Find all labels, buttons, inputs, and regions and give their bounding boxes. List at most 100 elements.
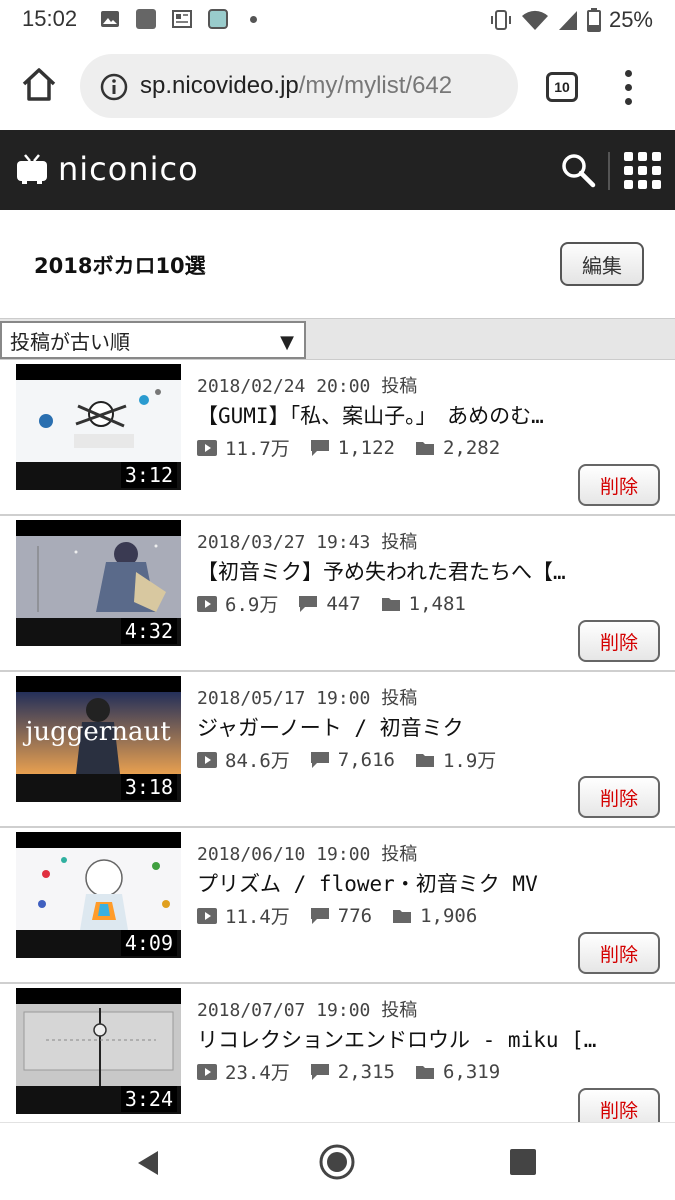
list-item[interactable]: 3:12 2018/02/24 20:00 投稿 【GUMI】「私、案山子。」 …	[0, 360, 675, 516]
video-duration: 4:32	[120, 618, 177, 644]
video-duration: 4:09	[120, 930, 177, 956]
play-icon	[197, 907, 217, 924]
news-icon	[172, 10, 192, 28]
video-title[interactable]: リコレクションエンドロウル - miku […	[197, 1024, 627, 1054]
view-count: 11.7万	[225, 438, 290, 460]
comment-count: 447	[326, 592, 361, 615]
folder-icon	[381, 597, 400, 611]
comment-icon	[310, 1063, 329, 1080]
list-item[interactable]: 4:32 2018/03/27 19:43 投稿 【初音ミク】予め失われた君たち…	[0, 516, 675, 672]
comment-count: 1,122	[337, 436, 395, 459]
folder-icon	[393, 909, 412, 923]
video-stats: 11.4万 776 1,906	[197, 902, 497, 929]
video-thumbnail[interactable]: 4:09	[16, 832, 181, 958]
delete-button[interactable]: 削除	[578, 932, 660, 974]
mylist-count: 1,481	[408, 592, 466, 615]
play-icon	[197, 751, 217, 768]
video-title[interactable]: ジャガーノート / 初音ミク	[197, 712, 627, 742]
folder-icon	[415, 753, 434, 767]
view-count: 6.9万	[225, 594, 279, 616]
video-title[interactable]: 【初音ミク】予め失われた君たちへ【…	[197, 556, 627, 586]
battery-icon	[586, 8, 601, 32]
mylist-count: 1,906	[420, 904, 478, 927]
post-date: 2018/02/24 20:00 投稿	[197, 376, 418, 397]
video-thumbnail[interactable]: 3:12	[16, 364, 181, 490]
url-path: /my/mylist/642	[298, 72, 453, 99]
thumbnail-image	[16, 376, 181, 462]
niconico-logo[interactable]: niconico	[16, 150, 199, 188]
post-date: 2018/03/27 19:43 投稿	[197, 532, 418, 553]
status-bar: 15:02 25%	[0, 0, 675, 42]
image-icon	[101, 11, 119, 27]
view-count: 84.6万	[225, 750, 290, 772]
comment-count: 7,616	[337, 748, 395, 771]
list-item[interactable]: 4:09 2018/06/10 19:00 投稿 プリズム / flower・初…	[0, 828, 675, 984]
video-thumbnail[interactable]: 4:32	[16, 520, 181, 646]
home-icon[interactable]	[20, 66, 58, 104]
avatar-icon	[208, 9, 228, 29]
wifi-icon	[521, 10, 548, 30]
post-date: 2018/05/17 19:00 投稿	[197, 688, 418, 709]
view-count: 23.4万	[225, 1062, 290, 1084]
video-thumbnail[interactable]: 3:24	[16, 988, 181, 1114]
apps-grid-icon[interactable]	[624, 152, 662, 190]
system-nav-bar	[0, 1122, 675, 1200]
thumbnail-text: juggernaut	[22, 717, 171, 747]
post-date: 2018/07/07 19:00 投稿	[197, 1000, 418, 1021]
square-app-icon	[136, 9, 156, 29]
mylist-count: 1.9万	[442, 750, 497, 772]
video-thumbnail[interactable]: juggernaut 3:18	[16, 676, 181, 802]
video-list: 3:12 2018/02/24 20:00 投稿 【GUMI】「私、案山子。」 …	[0, 360, 675, 1140]
thumbnail-image	[16, 844, 181, 930]
comment-count: 776	[337, 904, 373, 927]
video-title[interactable]: プリズム / flower・初音ミク MV	[197, 868, 627, 898]
video-duration: 3:18	[120, 774, 177, 800]
mylist-count: 2,282	[442, 436, 501, 459]
browser-toolbar: sp.nicovideo.jp/my/mylist/642 10	[0, 42, 675, 130]
tab-switcher-button[interactable]: 10	[546, 72, 578, 102]
address-bar[interactable]: sp.nicovideo.jp/my/mylist/642	[80, 54, 518, 118]
dot-icon	[250, 16, 257, 23]
comment-count: 2,315	[337, 1060, 395, 1083]
video-duration: 3:24	[120, 1086, 177, 1112]
play-icon	[197, 595, 217, 612]
overflow-menu-icon[interactable]	[616, 68, 640, 108]
video-title[interactable]: 【GUMI】「私、案山子。」 あめのむ…	[197, 400, 627, 430]
video-stats: 11.7万 1,122 2,282	[197, 434, 520, 461]
video-stats: 84.6万 7,616 1.9万	[197, 746, 516, 773]
site-header: niconico	[0, 130, 675, 210]
search-icon[interactable]	[560, 152, 596, 188]
battery-percent: 25%	[608, 7, 653, 32]
comment-icon	[310, 751, 329, 768]
view-count: 11.4万	[225, 906, 290, 928]
home-nav-icon[interactable]	[318, 1143, 356, 1181]
folder-icon	[415, 1065, 434, 1079]
video-stats: 23.4万 2,315 6,319	[197, 1058, 520, 1085]
video-duration: 3:12	[120, 462, 177, 488]
list-item[interactable]: 3:24 2018/07/07 19:00 投稿 リコレクションエンドロウル -…	[0, 984, 675, 1140]
play-icon	[197, 1063, 217, 1080]
info-icon[interactable]	[100, 73, 128, 101]
thumbnail-image	[16, 532, 181, 618]
logo-text: niconico	[58, 150, 199, 188]
url-text[interactable]: sp.nicovideo.jp/my/mylist/642	[140, 72, 510, 100]
recents-icon[interactable]	[510, 1149, 536, 1175]
sort-label: 投稿が古い順	[10, 329, 130, 354]
back-icon[interactable]	[134, 1149, 162, 1177]
status-time: 15:02	[22, 6, 78, 31]
edit-button[interactable]: 編集	[560, 242, 644, 286]
delete-button[interactable]: 削除	[578, 620, 660, 662]
delete-button[interactable]: 削除	[578, 464, 660, 506]
delete-button[interactable]: 削除	[578, 776, 660, 818]
tv-icon	[17, 154, 47, 184]
header-divider	[608, 152, 610, 190]
thumbnail-image	[16, 1000, 181, 1086]
signal-icon	[558, 11, 577, 30]
url-domain: sp.nicovideo.jp	[140, 72, 299, 99]
mylist-title: 2018ボカロ10選	[34, 254, 206, 278]
video-stats: 6.9万 447 1,481	[197, 590, 486, 617]
list-item[interactable]: juggernaut 3:18 2018/05/17 19:00 投稿 ジャガー…	[0, 672, 675, 828]
thumbnail-image: juggernaut	[16, 688, 181, 774]
sort-bar: 投稿が古い順 ▼	[0, 318, 675, 360]
sort-select[interactable]: 投稿が古い順 ▼	[0, 321, 306, 359]
